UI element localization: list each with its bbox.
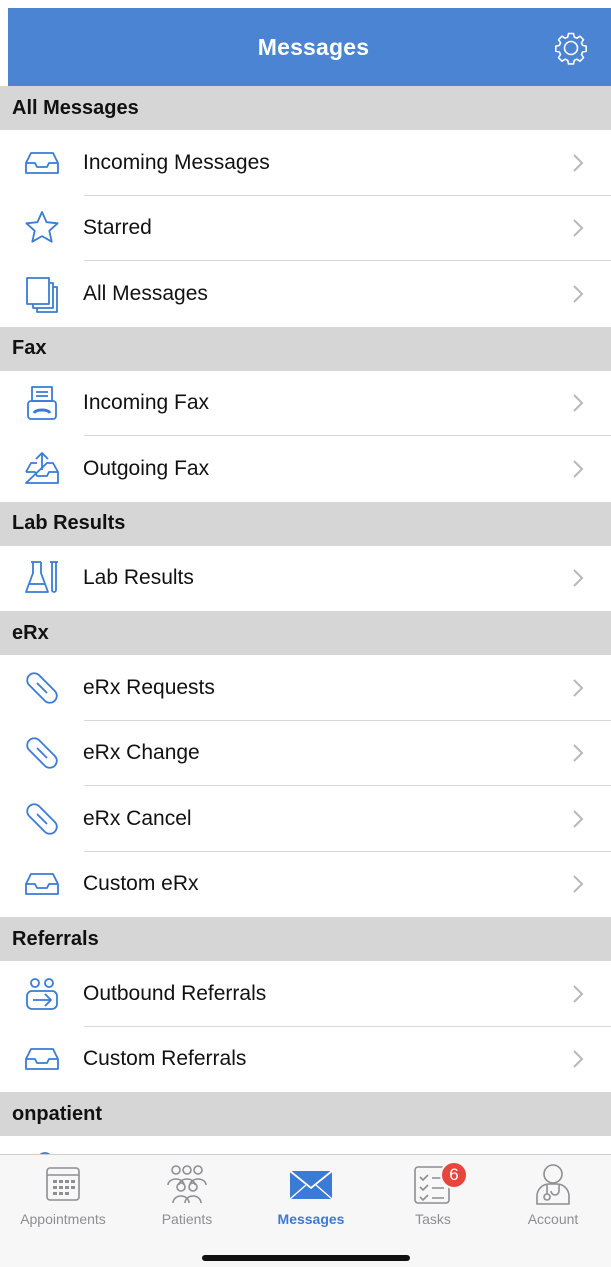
list-item-lab-results[interactable]: Lab Results bbox=[0, 545, 611, 611]
settings-button[interactable] bbox=[553, 30, 589, 66]
list-item-label: Outbound Referrals bbox=[83, 981, 267, 1005]
list-item-label: eRx Change bbox=[83, 741, 200, 765]
chevron-right-icon bbox=[573, 569, 584, 587]
section-header-referrals: Referrals bbox=[0, 917, 611, 961]
list-item-label: Outgoing Fax bbox=[83, 456, 210, 480]
list-item-erx-requests[interactable]: eRx Requests bbox=[0, 655, 611, 721]
list-item-outbound-referrals[interactable]: Outbound Referrals bbox=[0, 961, 611, 1027]
section-header-lab-results: Lab Results bbox=[0, 501, 611, 546]
home-indicator bbox=[202, 1255, 410, 1261]
gear-icon bbox=[555, 32, 587, 65]
navigation-bar: Messages bbox=[8, 8, 611, 86]
tab-messages[interactable]: Messages bbox=[250, 1163, 372, 1233]
list-item-custom-referrals[interactable]: Custom Referrals bbox=[0, 1026, 611, 1092]
list-item-label: Incoming Messages bbox=[83, 150, 270, 174]
inbox-tray-icon bbox=[20, 141, 64, 185]
tasks-badge: 6 bbox=[440, 1161, 468, 1189]
envelope-icon bbox=[289, 1170, 333, 1200]
tab-label: Account bbox=[527, 1211, 579, 1227]
chevron-right-icon bbox=[573, 285, 584, 303]
message-folder-list: All Messages Incoming Messages Starred A… bbox=[0, 86, 611, 1176]
list-item-erx-change[interactable]: eRx Change bbox=[0, 720, 611, 786]
people-icon bbox=[167, 1165, 207, 1204]
pill-icon bbox=[20, 731, 64, 775]
list-item-label: Lab Results bbox=[83, 566, 194, 590]
list-item-starred[interactable]: Starred bbox=[0, 195, 611, 261]
list-item-outgoing-fax[interactable]: Outgoing Fax bbox=[0, 436, 611, 502]
list-item-label: Custom Referrals bbox=[83, 1047, 247, 1071]
list-item-incoming-fax[interactable]: Incoming Fax bbox=[0, 370, 611, 436]
list-item-label: eRx Requests bbox=[83, 675, 215, 699]
chevron-right-icon bbox=[573, 460, 584, 478]
star-icon bbox=[20, 206, 64, 250]
list-item-label: Starred bbox=[83, 216, 152, 240]
chevron-right-icon bbox=[573, 1050, 584, 1068]
list-item-all-messages[interactable]: All Messages bbox=[0, 261, 611, 327]
section-header-erx: eRx bbox=[0, 611, 611, 655]
chevron-right-icon bbox=[573, 154, 584, 172]
tab-label: Messages bbox=[277, 1211, 345, 1227]
chevron-right-icon bbox=[573, 810, 584, 828]
chevron-right-icon bbox=[573, 394, 584, 412]
list-item-incoming-messages[interactable]: Incoming Messages bbox=[0, 130, 611, 196]
list-item-label: Custom eRx bbox=[83, 872, 199, 896]
tab-appointments[interactable]: Appointments bbox=[2, 1163, 124, 1233]
people-arrow-icon bbox=[20, 972, 64, 1016]
list-item-label: All Messages bbox=[83, 281, 208, 305]
fax-machine-icon bbox=[20, 381, 64, 425]
pill-icon bbox=[20, 797, 64, 841]
flask-test-tube-icon bbox=[20, 556, 64, 600]
tab-bar: Appointments Patients Messages 6 Tasks A… bbox=[0, 1154, 611, 1267]
page-title: Messages bbox=[257, 33, 370, 60]
tab-label: Tasks bbox=[415, 1211, 451, 1227]
list-item-erx-cancel[interactable]: eRx Cancel bbox=[0, 786, 611, 852]
chevron-right-icon bbox=[573, 985, 584, 1003]
chevron-right-icon bbox=[573, 875, 584, 893]
chevron-right-icon bbox=[573, 744, 584, 762]
list-item-label: eRx Cancel bbox=[83, 806, 192, 830]
chevron-right-icon bbox=[573, 679, 584, 697]
tab-label: Patients bbox=[161, 1211, 213, 1227]
list-item-custom-erx[interactable]: Custom eRx bbox=[0, 851, 611, 917]
doctor-icon bbox=[536, 1164, 570, 1205]
tab-account[interactable]: Account bbox=[492, 1163, 611, 1233]
list-item-label: Incoming Fax bbox=[83, 391, 210, 415]
tray-upload-icon bbox=[20, 447, 64, 491]
section-header-fax: Fax bbox=[0, 326, 611, 371]
calendar-icon bbox=[46, 1167, 80, 1201]
section-header-onpatient: onpatient bbox=[0, 1092, 611, 1136]
pill-icon bbox=[20, 666, 64, 710]
inbox-tray-icon bbox=[20, 862, 64, 906]
chevron-right-icon bbox=[573, 219, 584, 237]
stacked-pages-icon bbox=[20, 272, 64, 316]
inbox-tray-icon bbox=[20, 1037, 64, 1081]
tab-tasks[interactable]: 6 Tasks bbox=[372, 1161, 494, 1233]
tab-label: Appointments bbox=[20, 1211, 106, 1227]
section-header-all-messages: All Messages bbox=[0, 86, 611, 130]
tab-patients[interactable]: Patients bbox=[126, 1163, 248, 1233]
